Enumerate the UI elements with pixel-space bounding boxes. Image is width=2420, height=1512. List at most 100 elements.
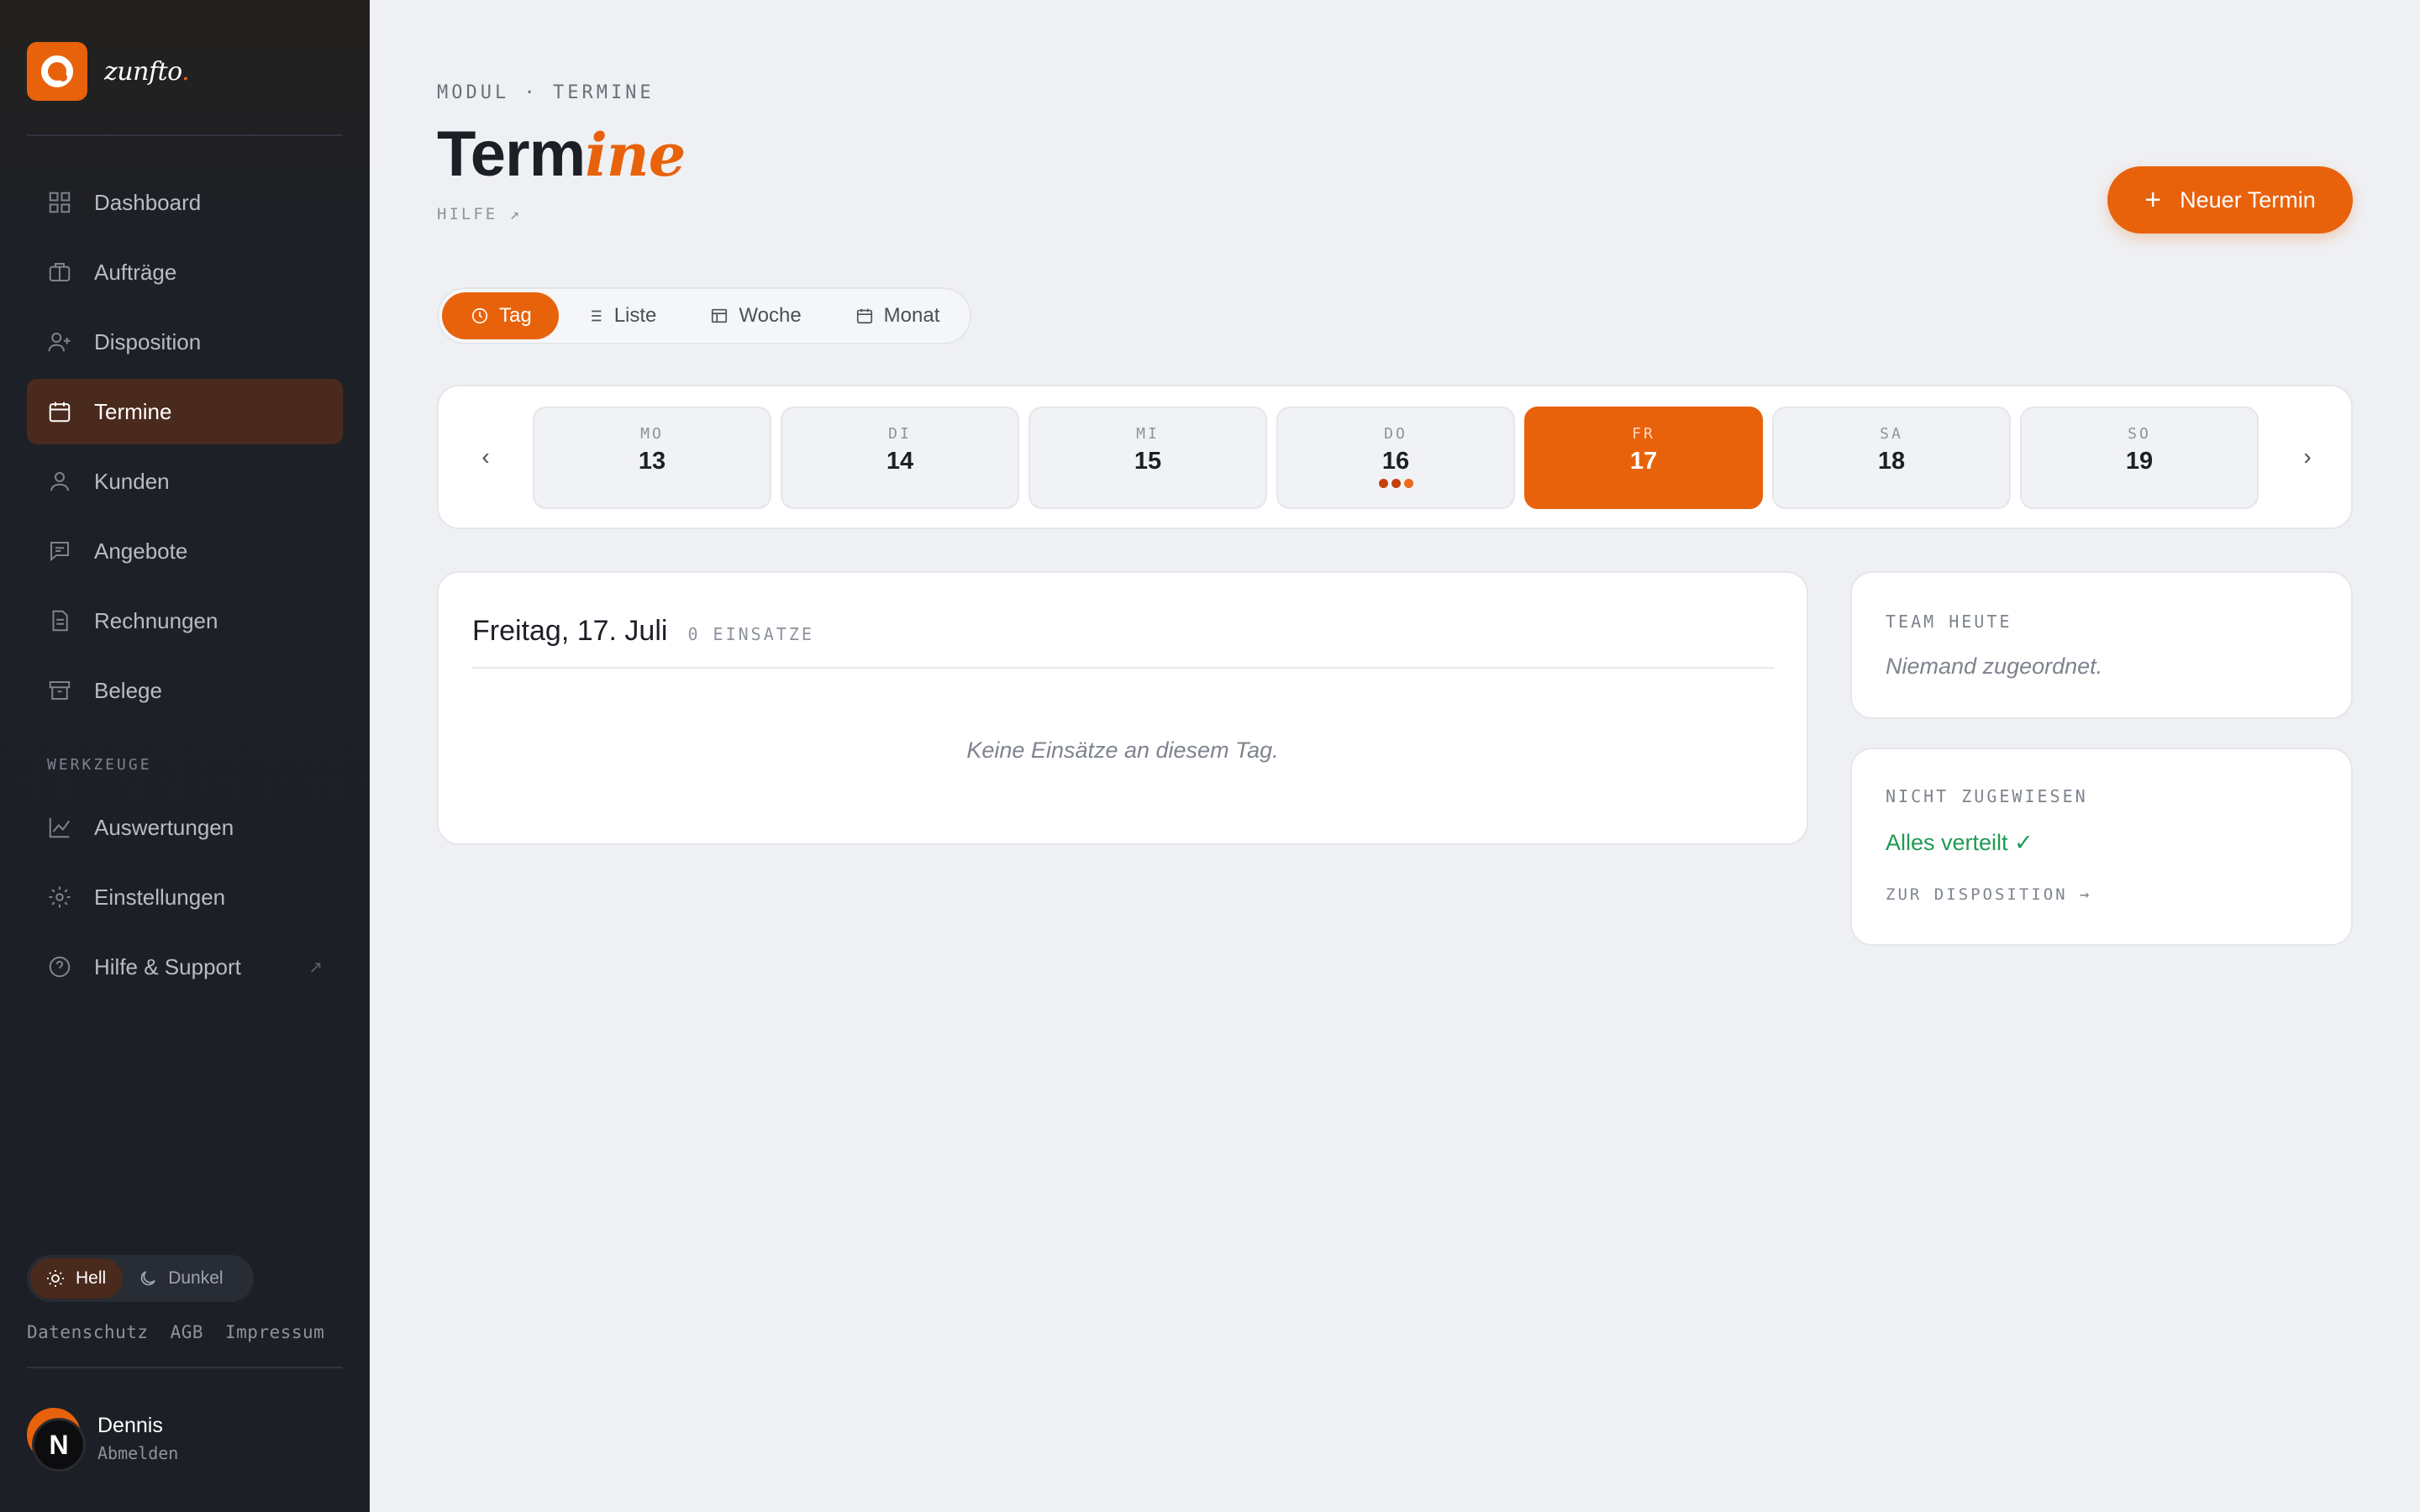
day-name: SO bbox=[2128, 425, 2151, 443]
day-name: MI bbox=[1136, 425, 1160, 443]
day-number: 17 bbox=[1629, 448, 1658, 475]
go-to-disposition-link[interactable]: ZUR DISPOSITION → bbox=[1886, 885, 2091, 904]
day-name: MO bbox=[640, 425, 664, 443]
selected-date: Freitag, 17. Juli bbox=[472, 615, 668, 647]
sidebar-item-label: Einstellungen bbox=[94, 884, 226, 910]
breadcrumb: MODUL · TERMINE bbox=[437, 82, 655, 103]
day-number: 16 bbox=[1381, 448, 1410, 475]
assignment-count: 0 EINSATZE bbox=[687, 624, 814, 644]
view-switcher: Tag Liste Woche Monat bbox=[437, 287, 972, 344]
day-cell-mo[interactable]: MO 13 bbox=[533, 407, 771, 509]
sidebar-item-kunden[interactable]: Kunden bbox=[27, 449, 343, 514]
grid-icon bbox=[47, 190, 72, 215]
day-cell-mi[interactable]: MI 15 bbox=[1028, 407, 1267, 509]
tab-liste[interactable]: Liste bbox=[559, 292, 684, 339]
link-agb[interactable]: AGB bbox=[171, 1322, 203, 1342]
help-link[interactable]: HILFE ↗ bbox=[437, 205, 522, 223]
day-name: FR bbox=[1632, 425, 1655, 443]
tab-label: Tag bbox=[499, 304, 532, 327]
document-icon bbox=[47, 608, 72, 633]
avatar-initial: N bbox=[32, 1418, 86, 1472]
day-name: DO bbox=[1384, 425, 1407, 443]
avatar[interactable]: N bbox=[27, 1404, 94, 1472]
theme-dark-label: Dunkel bbox=[168, 1268, 224, 1288]
sidebar-divider bbox=[27, 1367, 343, 1368]
sidebar-item-label: Aufträge bbox=[94, 259, 177, 285]
sidebar-item-auftraege[interactable]: Aufträge bbox=[27, 239, 343, 305]
day-name: SA bbox=[1880, 425, 1903, 443]
sidebar-item-label: Disposition bbox=[94, 328, 202, 354]
tab-monat[interactable]: Monat bbox=[829, 292, 967, 339]
archive-icon bbox=[47, 678, 72, 703]
logo-mark-icon bbox=[27, 42, 87, 101]
prev-week-button[interactable]: ‹ bbox=[466, 437, 506, 477]
day-cell-di[interactable]: DI 14 bbox=[781, 407, 1019, 509]
day-cell-fr[interactable]: FR 17 bbox=[1524, 407, 1763, 509]
sun-icon bbox=[47, 1270, 64, 1287]
day-cell-do[interactable]: DO 16 bbox=[1276, 407, 1515, 509]
sidebar-item-einstellungen[interactable]: Einstellungen bbox=[27, 864, 343, 930]
theme-dark-button[interactable]: Dunkel bbox=[123, 1258, 239, 1299]
link-datenschutz[interactable]: Datenschutz bbox=[27, 1322, 149, 1342]
day-name: DI bbox=[888, 425, 912, 443]
next-week-button[interactable]: › bbox=[2287, 437, 2328, 477]
new-appointment-label: Neuer Termin bbox=[2180, 186, 2316, 213]
event-dot bbox=[1378, 479, 1388, 488]
day-number: 14 bbox=[886, 448, 914, 475]
sidebar-item-belege[interactable]: Belege bbox=[27, 658, 343, 723]
card-label: NICHT ZUGEWIESEN bbox=[1886, 786, 2088, 806]
sidebar-item-label: Dashboard bbox=[94, 189, 202, 215]
sidebar-item-auswertungen[interactable]: Auswertungen bbox=[27, 795, 343, 860]
tab-tag[interactable]: Tag bbox=[442, 292, 559, 339]
message-icon bbox=[47, 538, 72, 564]
chart-icon bbox=[47, 815, 72, 840]
user-info: Dennis Abmelden bbox=[97, 1414, 178, 1463]
nav-section-label: WERKZEUGE bbox=[47, 756, 152, 774]
link-impressum[interactable]: Impressum bbox=[225, 1322, 324, 1342]
brand-logo[interactable]: zunfto. bbox=[27, 42, 190, 101]
event-dot bbox=[1403, 479, 1413, 488]
sidebar-item-angebote[interactable]: Angebote bbox=[27, 518, 343, 584]
event-indicator-dots bbox=[1278, 479, 1513, 488]
user-name: Dennis bbox=[97, 1413, 163, 1437]
page-title: Termine bbox=[437, 118, 686, 190]
sidebar-item-hilfe[interactable]: Hilfe & Support ↗ bbox=[27, 934, 343, 1000]
day-cell-sa[interactable]: SA 18 bbox=[1772, 407, 2011, 509]
help-circle-icon bbox=[47, 954, 72, 979]
user-icon bbox=[47, 469, 72, 494]
sidebar-item-label: Rechnungen bbox=[94, 607, 218, 633]
sidebar-item-label: Auswertungen bbox=[94, 814, 234, 840]
theme-light-button[interactable]: Hell bbox=[30, 1258, 124, 1299]
sidebar-item-disposition[interactable]: Disposition bbox=[27, 309, 343, 375]
theme-toggle: Hell Dunkel bbox=[27, 1255, 254, 1302]
tab-label: Monat bbox=[883, 304, 940, 327]
new-appointment-button[interactable]: + Neuer Termin bbox=[2107, 166, 2353, 234]
sidebar-item-termine[interactable]: Termine bbox=[27, 379, 343, 444]
app-root: zunfto. Dashboard Aufträge Disposition T… bbox=[0, 0, 2420, 1512]
sidebar-item-label: Hilfe & Support bbox=[94, 953, 241, 979]
logout-link[interactable]: Abmelden bbox=[97, 1443, 178, 1463]
sidebar-item-dashboard[interactable]: Dashboard bbox=[27, 170, 343, 235]
tab-woche[interactable]: Woche bbox=[683, 292, 828, 339]
gear-icon bbox=[47, 885, 72, 910]
divider bbox=[472, 667, 1775, 669]
sidebar-item-label: Kunden bbox=[94, 468, 170, 494]
main-content: MODUL · TERMINE Termine HILFE ↗ + Neuer … bbox=[370, 0, 2420, 1512]
brand-name: zunfto. bbox=[104, 56, 190, 87]
team-empty-text: Niemand zugeordnet. bbox=[1886, 654, 2103, 679]
sidebar-divider bbox=[27, 134, 343, 136]
day-number: 15 bbox=[1134, 448, 1162, 475]
briefcase-icon bbox=[47, 260, 72, 285]
day-agenda-panel: Freitag, 17. Juli 0 EINSATZE Keine Einsä… bbox=[437, 571, 1808, 845]
calendar-icon bbox=[856, 308, 872, 324]
tab-label: Liste bbox=[613, 304, 657, 327]
sidebar-item-rechnungen[interactable]: Rechnungen bbox=[27, 588, 343, 654]
day-agenda-header: Freitag, 17. Juli 0 EINSATZE bbox=[472, 615, 814, 648]
sidebar-item-label: Belege bbox=[94, 677, 162, 703]
sidebar-item-label: Termine bbox=[94, 398, 172, 424]
sidebar-item-label: Angebote bbox=[94, 538, 188, 564]
plus-icon: + bbox=[2144, 183, 2162, 216]
moon-icon bbox=[140, 1271, 156, 1286]
day-cell-so[interactable]: SO 19 bbox=[2020, 407, 2259, 509]
team-today-card: TEAM HEUTE Niemand zugeordnet. bbox=[1850, 571, 2353, 719]
